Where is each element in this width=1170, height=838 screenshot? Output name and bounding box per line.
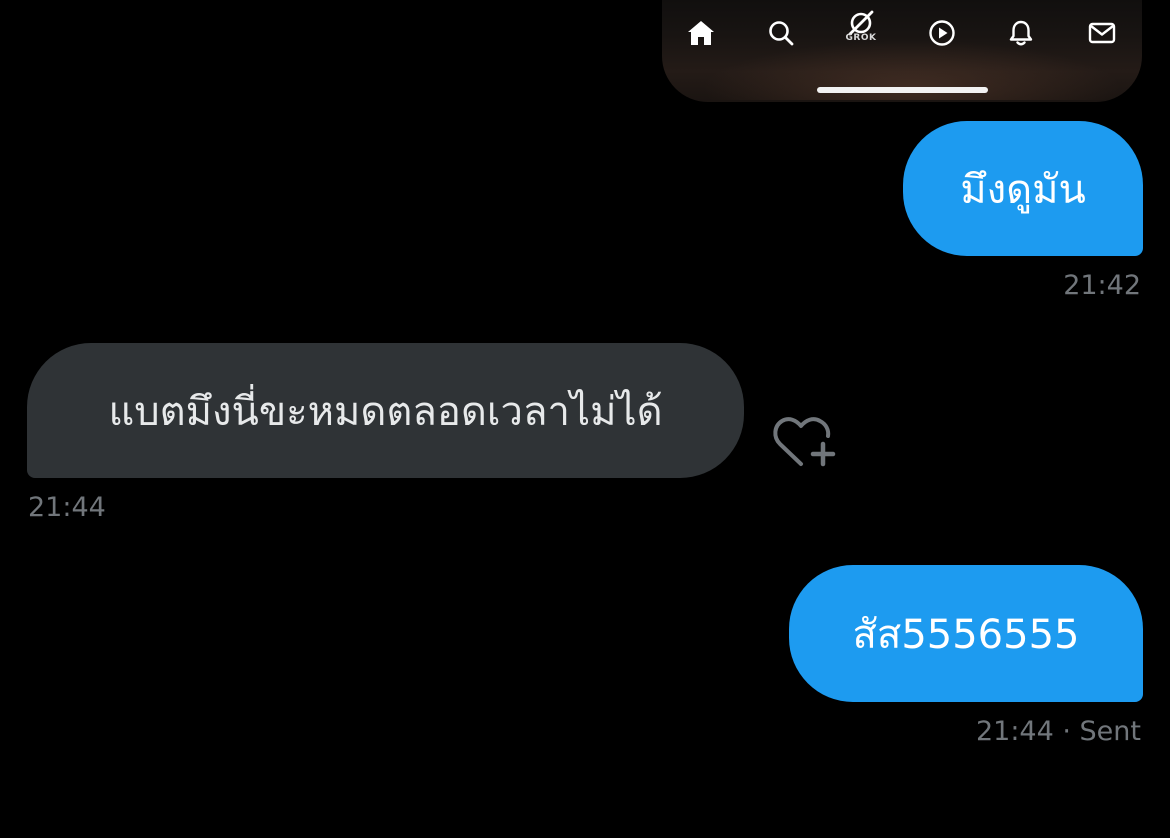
message-timestamp: 21:44 — [28, 492, 106, 523]
message-text: แบตมึงนี่ขะหมดตลอดเวลาไม่ได้ — [108, 388, 663, 435]
bottom-tab-bar: GROK — [662, 6, 1142, 56]
mail-icon[interactable] — [1087, 18, 1117, 48]
grok-label: GROK — [845, 33, 877, 43]
message-text: มึงดูมัน — [960, 166, 1086, 213]
embedded-nav-screenshot: GROK — [662, 0, 1142, 102]
message-bubble-sent[interactable]: มึงดูมัน — [903, 121, 1143, 256]
home-indicator — [817, 87, 988, 93]
search-icon[interactable] — [766, 18, 796, 48]
bell-icon[interactable] — [1006, 18, 1036, 48]
heart-plus-icon[interactable] — [772, 414, 836, 470]
play-icon[interactable] — [927, 18, 957, 48]
message-timestamp: 21:42 — [1063, 270, 1141, 301]
message-bubble-received[interactable]: แบตมึงนี่ขะหมดตลอดเวลาไม่ได้ — [27, 343, 744, 478]
message-status: · Sent — [1062, 716, 1141, 747]
message-meta: 21:44 · Sent — [976, 716, 1141, 747]
home-icon[interactable] — [686, 18, 716, 48]
message-timestamp: 21:44 — [975, 716, 1054, 747]
message-text: สัส5556555 — [852, 611, 1080, 658]
message-bubble-sent[interactable]: สัส5556555 — [789, 565, 1143, 702]
